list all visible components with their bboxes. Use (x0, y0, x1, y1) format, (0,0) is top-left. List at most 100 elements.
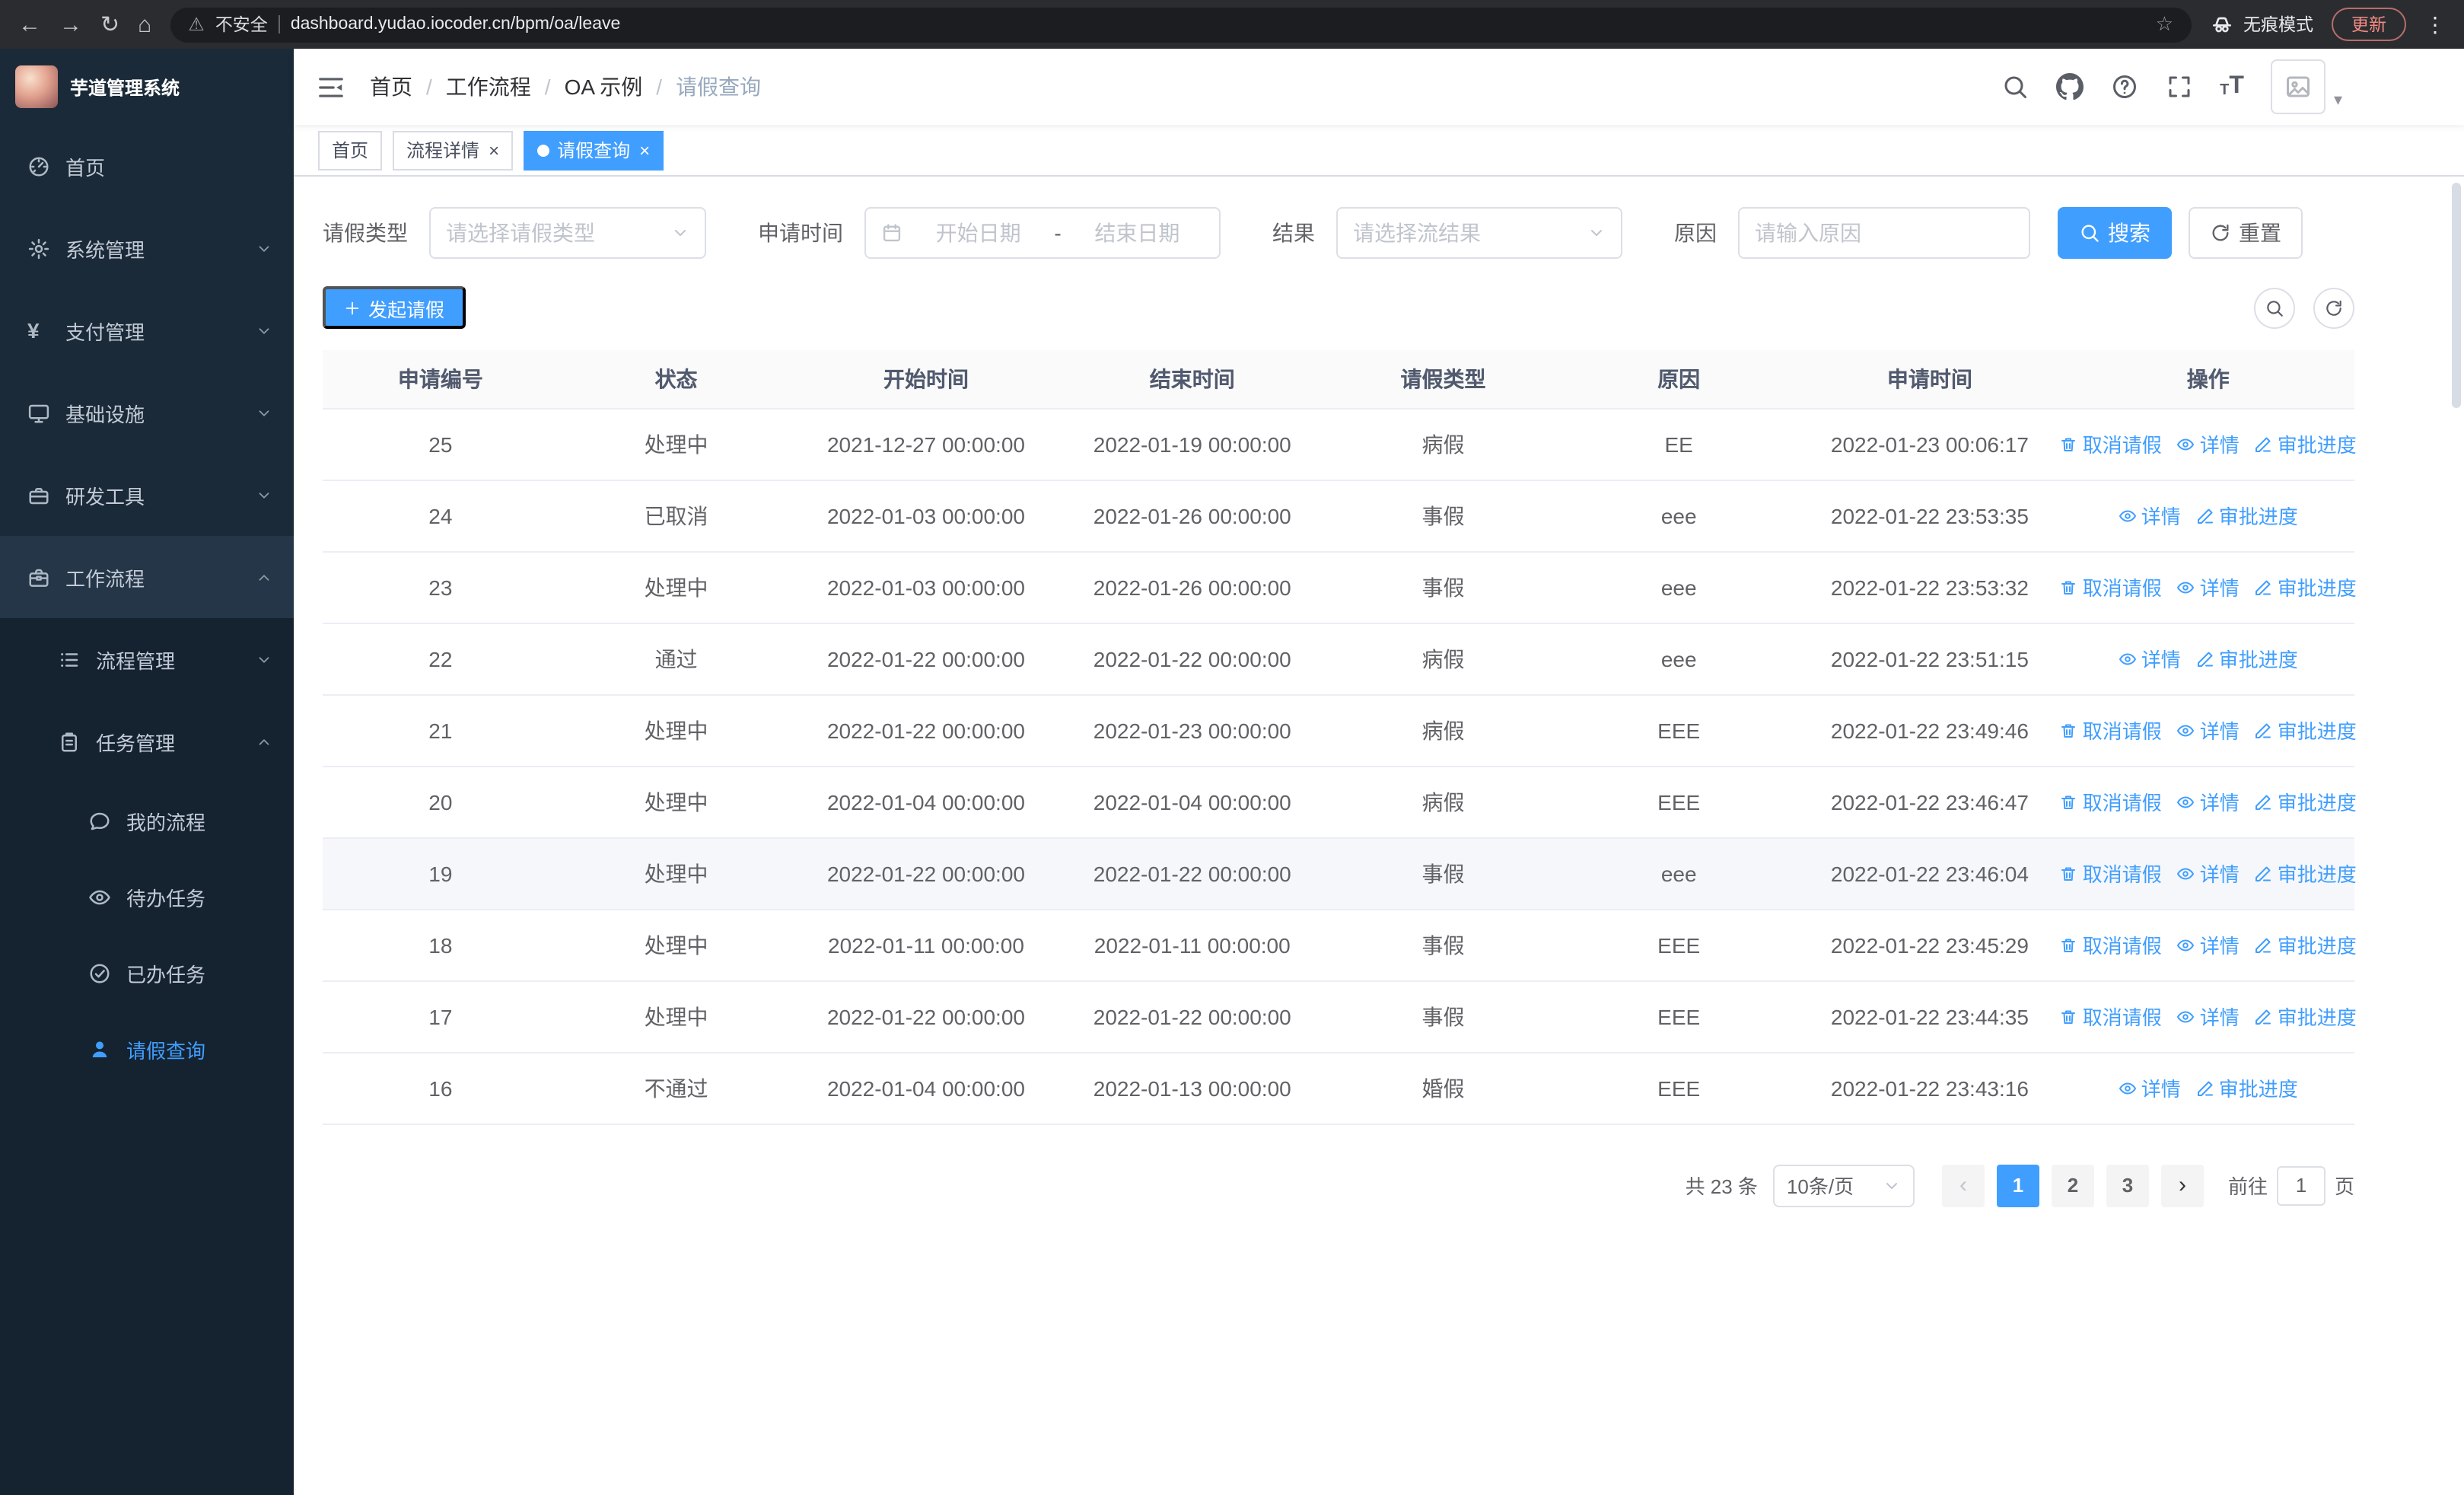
sidebar-item-todo-tasks[interactable]: 待办任务 (0, 859, 294, 935)
date-range-picker[interactable]: 开始日期 - 结束日期 (864, 207, 1221, 259)
browser-menu-icon[interactable]: ⋮ (2424, 11, 2446, 37)
refresh-table-button[interactable] (2313, 287, 2354, 328)
reason-input[interactable] (1755, 221, 2014, 245)
cancel-leave-button[interactable]: 取消请假 (2060, 572, 2162, 601)
page-button-3[interactable]: 3 (2106, 1164, 2149, 1207)
url-text[interactable]: dashboard.yudao.iocoder.cn/bpm/oa/leave (291, 15, 2145, 33)
cancel-leave-button[interactable]: 取消请假 (2060, 1002, 2162, 1031)
refresh-icon[interactable]: ↻ (100, 13, 119, 36)
detail-button[interactable]: 详情 (2119, 501, 2181, 530)
detail-button[interactable]: 详情 (2177, 716, 2240, 744)
bookmark-star-icon[interactable]: ☆ (2156, 12, 2173, 37)
sidebar-item-workflow[interactable]: 工作流程 (0, 536, 294, 618)
progress-button[interactable]: 审批进度 (2255, 572, 2357, 601)
avatar[interactable] (2271, 59, 2326, 114)
user-menu[interactable]: ▾ (2271, 59, 2342, 114)
detail-button[interactable]: 详情 (2177, 787, 2240, 816)
detail-button[interactable]: 详情 (2177, 859, 2240, 888)
cancel-leave-button[interactable]: 取消请假 (2060, 716, 2162, 744)
detail-button[interactable]: 详情 (2177, 1002, 2240, 1031)
back-icon[interactable]: ← (18, 13, 41, 36)
cell-status: 处理中 (558, 909, 794, 981)
cancel-leave-button[interactable]: 取消请假 (2060, 859, 2162, 888)
reset-button[interactable]: 重置 (2189, 207, 2303, 259)
sidebar-item-my-process[interactable]: 我的流程 (0, 783, 294, 859)
leave-type-select[interactable]: 请选择请假类型 (429, 207, 706, 259)
sidebar-item-leave-query[interactable]: 请假查询 (0, 1011, 294, 1087)
detail-button[interactable]: 详情 (2177, 572, 2240, 601)
tab-close-icon[interactable]: × (489, 141, 499, 159)
next-page-button[interactable]: › (2160, 1164, 2204, 1207)
detail-button[interactable]: 详情 (2177, 930, 2240, 959)
chevron-down-icon (256, 486, 272, 503)
search-button[interactable]: 搜索 (2058, 207, 2172, 259)
end-date-placeholder[interactable]: 结束日期 (1071, 218, 1204, 248)
breadcrumb-item-workflow[interactable]: 工作流程 (446, 72, 531, 102)
sidebar-item-payment[interactable]: ¥ 支付管理 (0, 289, 294, 371)
leave-table: 申请编号 状态 开始时间 结束时间 请假类型 原因 申请时间 操作 25 处理中 2021-12-… (323, 350, 2357, 1124)
tab-home[interactable]: 首页 (318, 130, 383, 170)
result-select[interactable]: 请选择流结果 (1336, 207, 1622, 259)
security-warning-label[interactable]: 不安全 (215, 12, 268, 37)
progress-button[interactable]: 审批进度 (2255, 930, 2357, 959)
search-icon[interactable] (2001, 73, 2028, 100)
breadcrumb-item-home[interactable]: 首页 (370, 72, 412, 102)
progress-button[interactable]: 审批进度 (2255, 787, 2357, 816)
page-size-select[interactable]: 10条/页 (1772, 1164, 1915, 1207)
sidebar-item-done-tasks[interactable]: 已办任务 (0, 935, 294, 1011)
progress-button[interactable]: 审批进度 (2196, 1073, 2298, 1102)
detail-button[interactable]: 详情 (2119, 1073, 2181, 1102)
start-date-placeholder[interactable]: 开始日期 (912, 218, 1045, 248)
cancel-leave-button-label: 取消请假 (2082, 792, 2162, 814)
sidebar-menu: 首页 系统管理 ¥ 支付管理 基础设施 研发工具 工作流程 流程管理 任务管理 我的流程 待办任务已… (0, 125, 294, 1087)
sidebar-item-dev-tools[interactable]: 研发工具 (0, 454, 294, 536)
fullscreen-icon[interactable] (2165, 73, 2192, 100)
detail-button[interactable]: 详情 (2177, 429, 2240, 458)
sidebar-item-task-management[interactable]: 任务管理 (0, 700, 294, 783)
progress-button[interactable]: 审批进度 (2255, 859, 2357, 888)
progress-button[interactable]: 审批进度 (2255, 716, 2357, 744)
chevron-down-icon (256, 404, 272, 421)
update-button[interactable]: 更新 (2332, 8, 2406, 41)
apply-time-label: 申请时间 (758, 221, 843, 245)
logo-row[interactable]: 芋道管理系统 (0, 49, 294, 125)
sidebar-item-system[interactable]: 系统管理 (0, 207, 294, 289)
cell-status: 通过 (558, 623, 794, 695)
pen-icon (2255, 792, 2273, 811)
sidebar-item-infrastructure[interactable]: 基础设施 (0, 371, 294, 454)
toggle-search-button[interactable] (2254, 287, 2295, 328)
goto-page-input[interactable] (2276, 1165, 2326, 1205)
progress-button[interactable]: 审批进度 (2196, 501, 2298, 530)
breadcrumb-item-oa-example[interactable]: OA 示例 (565, 72, 643, 102)
chevron-down-icon (256, 322, 272, 339)
cancel-leave-button[interactable]: 取消请假 (2060, 930, 2162, 959)
page-button-1[interactable]: 1 (1996, 1164, 2039, 1207)
sidebar-collapse-icon[interactable] (317, 72, 345, 101)
home-icon[interactable]: ⌂ (138, 13, 151, 36)
cancel-leave-button[interactable]: 取消请假 (2060, 429, 2162, 458)
progress-button[interactable]: 审批进度 (2255, 1002, 2357, 1031)
tab-leave-query[interactable]: 请假查询 × (524, 130, 664, 170)
cancel-leave-button[interactable]: 取消请假 (2060, 787, 2162, 816)
prev-page-button[interactable]: ‹ (1941, 1164, 1985, 1207)
progress-button[interactable]: 审批进度 (2255, 429, 2357, 458)
page-button-2[interactable]: 2 (2051, 1164, 2094, 1207)
progress-button[interactable]: 审批进度 (2196, 644, 2298, 673)
tab-process-detail[interactable]: 流程详情 × (393, 130, 514, 170)
app-body: 芋道管理系统 首页 系统管理 ¥ 支付管理 基础设施 研发工具 工作流程 流程管理 任务管理 我的… (0, 49, 2464, 1495)
help-icon[interactable] (2110, 73, 2138, 100)
create-leave-button[interactable]: 发起请假 (323, 286, 466, 329)
font-size-icon[interactable]: TT (2220, 74, 2244, 99)
progress-button-label: 审批进度 (2277, 577, 2357, 600)
scrollbar-thumb[interactable] (2452, 183, 2461, 408)
url-bar[interactable]: ⚠ 不安全 dashboard.yudao.iocoder.cn/bpm/oa/… (170, 7, 2192, 42)
sidebar-item-process-management[interactable]: 流程管理 (0, 618, 294, 700)
detail-button[interactable]: 详情 (2119, 644, 2181, 673)
sidebar-item-home[interactable]: 首页 (0, 125, 294, 207)
breadcrumb-item-leave-query: 请假查询 (676, 75, 762, 99)
tab-close-icon[interactable]: × (639, 141, 650, 159)
cell-leave-type: 病假 (1326, 623, 1560, 695)
total-count: 共 23 条 (1685, 1175, 1758, 1198)
forward-icon[interactable]: → (59, 13, 82, 36)
github-icon[interactable] (2055, 73, 2084, 100)
